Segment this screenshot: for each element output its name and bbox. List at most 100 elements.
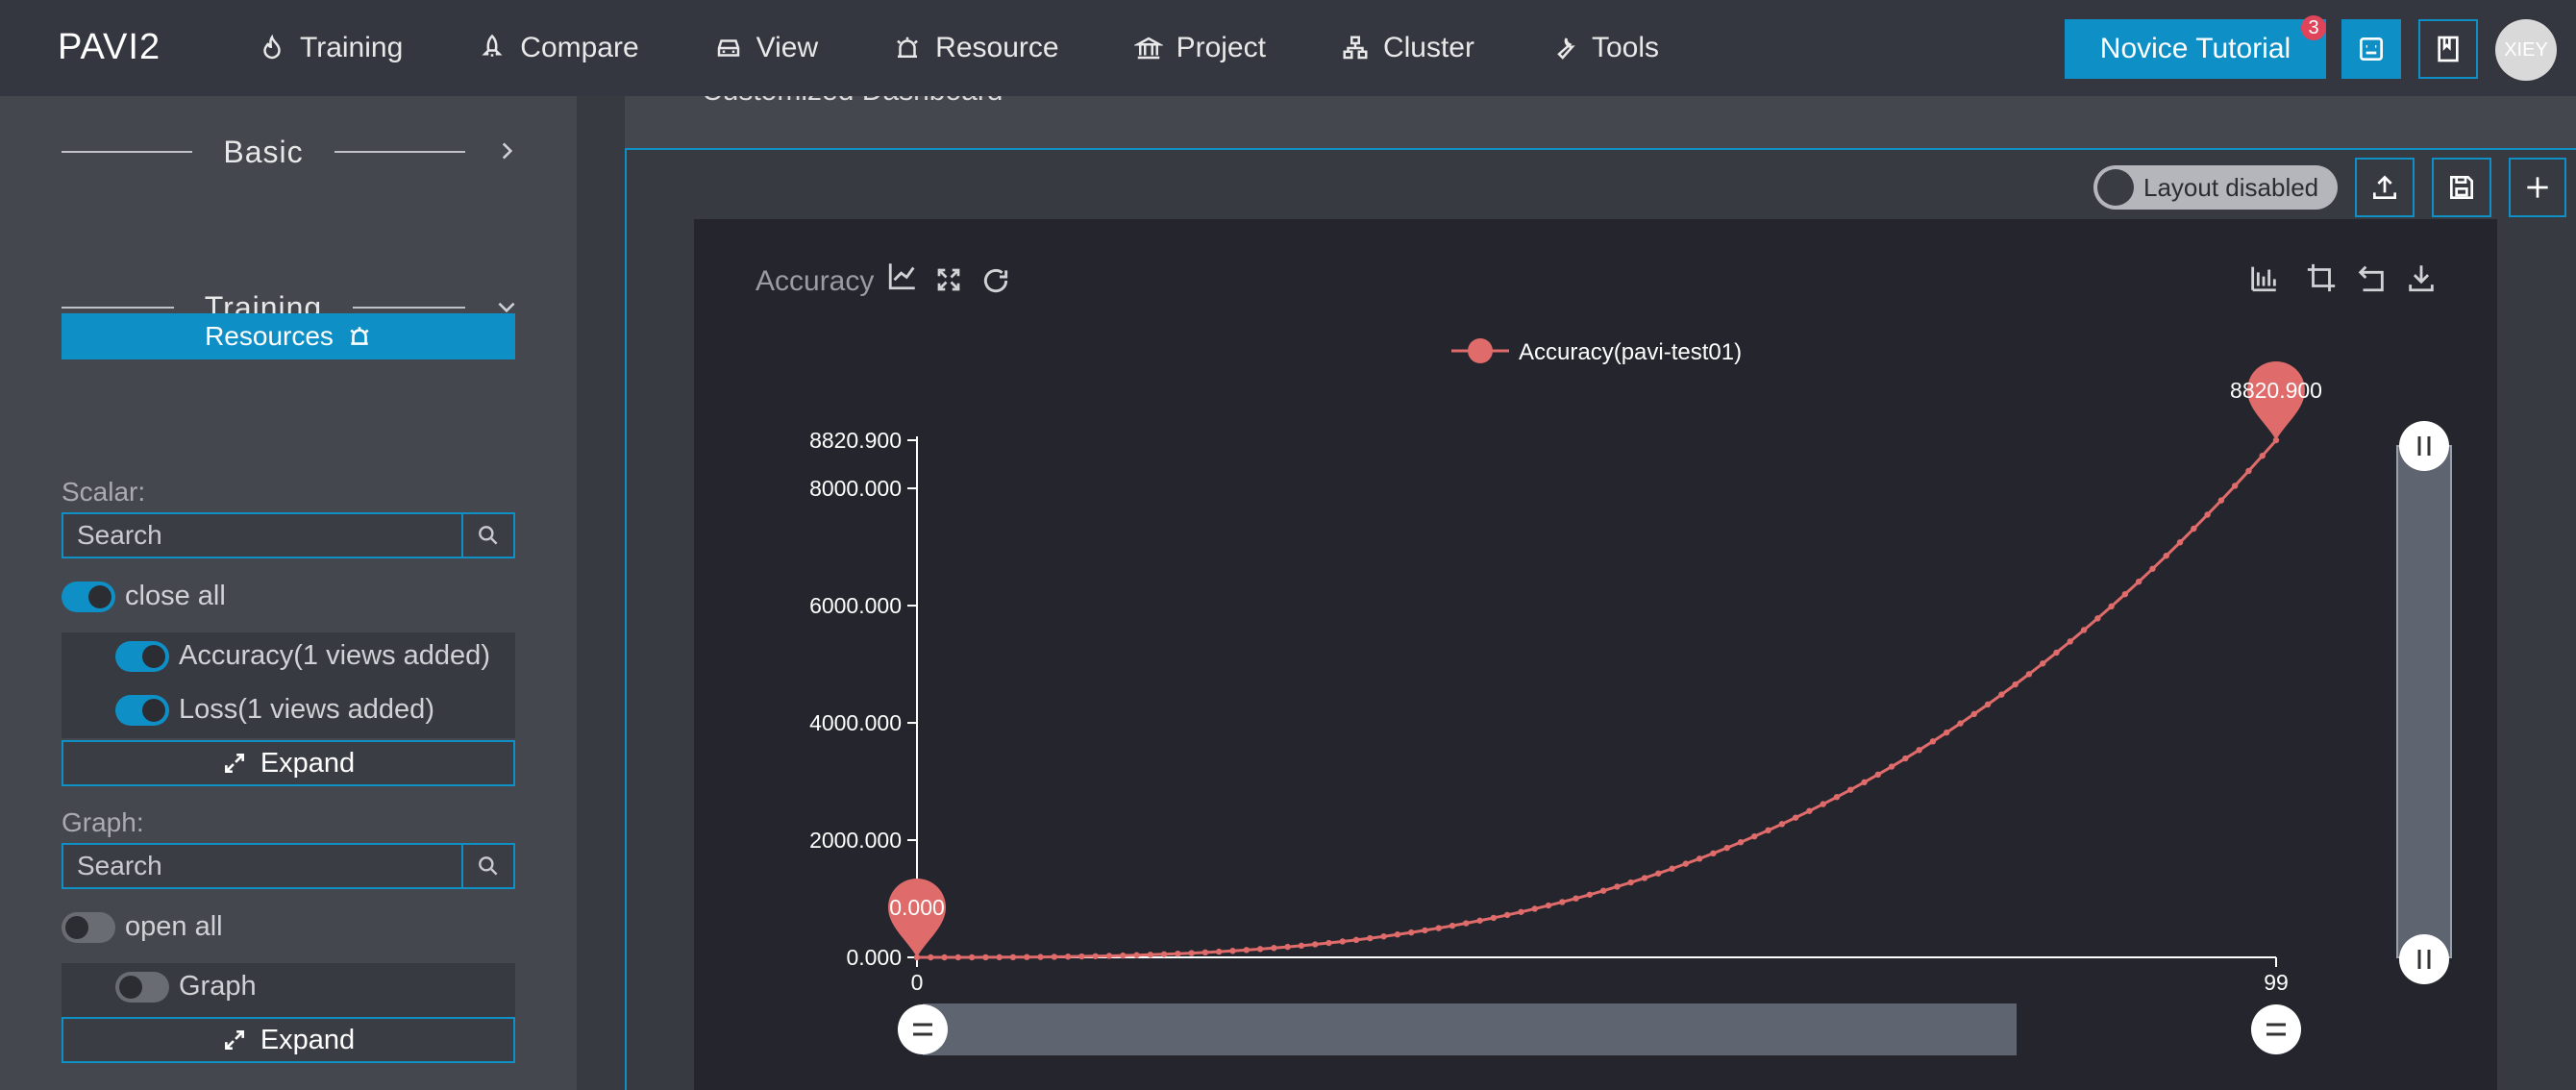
data-point — [2176, 539, 2184, 546]
data-point — [1380, 933, 1387, 940]
nav-training-label: Training — [300, 32, 404, 63]
nav-resource-label: Resource — [935, 32, 1059, 63]
toggle-knob — [2097, 169, 2134, 206]
toggle-knob — [119, 975, 142, 999]
data-point — [1682, 860, 1690, 867]
y-zoom-handle-top[interactable] — [2399, 421, 2449, 471]
data-point — [2217, 497, 2225, 504]
min-max-markers: 0.000 8820.900 — [888, 361, 2322, 957]
data-point — [1778, 821, 1786, 828]
main-nav: Training Compare View Resource Project C… — [258, 0, 1734, 96]
chevron-right-icon[interactable] — [494, 138, 519, 163]
nav-resource[interactable]: Resource — [893, 32, 1059, 64]
toggle-knob — [65, 915, 88, 939]
y-tick-label: 2000.000 — [809, 828, 902, 853]
data-point — [1120, 952, 1127, 959]
expand-label: Expand — [260, 1024, 356, 1055]
toggle-knob — [142, 698, 165, 722]
x-zoom-handle-right[interactable] — [2251, 1004, 2301, 1054]
nav-tools[interactable]: Tools — [1549, 32, 1659, 64]
data-point — [1037, 954, 1044, 960]
y-zoom-slider[interactable] — [2396, 421, 2452, 984]
data-point — [1765, 827, 1771, 834]
data-point — [1352, 936, 1360, 944]
nav-training[interactable]: Training — [258, 32, 403, 64]
data-point — [2149, 565, 2156, 572]
x-zoom-slider[interactable] — [898, 1003, 2301, 1055]
nav-cluster[interactable]: Cluster — [1341, 32, 1474, 64]
data-point — [1820, 801, 1826, 807]
data-point — [1503, 911, 1511, 919]
upload-icon — [2373, 175, 2396, 199]
data-point — [1627, 879, 1634, 886]
layout-toggle[interactable]: Layout disabled — [2093, 165, 2338, 210]
scalar-search-button[interactable] — [461, 514, 513, 557]
robot-button[interactable] — [2341, 19, 2401, 79]
search-icon — [479, 526, 498, 545]
basic-section-header[interactable]: Basic — [62, 133, 515, 171]
expand-icon — [224, 1030, 244, 1050]
data-point — [1641, 875, 1648, 881]
legend[interactable]: Accuracy(pavi-test01) — [1451, 338, 1742, 365]
data-point — [1147, 952, 1154, 958]
divider — [353, 307, 466, 309]
data-point — [1312, 941, 1319, 948]
data-point — [1737, 839, 1745, 846]
user-avatar[interactable]: XIEY — [2495, 19, 2557, 81]
rocket-icon — [482, 34, 503, 57]
nav-compare[interactable]: Compare — [478, 32, 639, 64]
data-point — [1696, 855, 1703, 862]
add-button[interactable] — [2509, 158, 2566, 217]
docs-button[interactable] — [2418, 19, 2478, 79]
nav-view[interactable]: View — [714, 32, 818, 64]
data-point — [1751, 832, 1758, 840]
y-zoom-handle-bottom[interactable] — [2399, 934, 2449, 984]
loss-toggle[interactable] — [115, 694, 169, 726]
search-icon — [479, 856, 498, 876]
alarm-icon — [897, 37, 919, 58]
scalar-close-all-row: close all — [62, 581, 226, 612]
scalar-search — [62, 512, 515, 558]
accuracy-toggle[interactable] — [115, 640, 169, 672]
y-zoom-track[interactable] — [2396, 445, 2452, 958]
scalar-item: Accuracy(1 views added) — [115, 640, 490, 672]
toggle-knob — [142, 644, 165, 668]
graph-expand-button[interactable]: Expand — [62, 1017, 515, 1063]
resources-button[interactable]: Resources — [62, 313, 515, 359]
open-all-toggle[interactable] — [62, 911, 115, 943]
data-point — [1064, 954, 1072, 960]
data-point — [1573, 895, 1579, 902]
data-point — [2039, 660, 2046, 667]
data-point — [1271, 945, 1277, 952]
data-point — [1806, 807, 1813, 814]
graph-item: Graph — [115, 971, 257, 1003]
accuracy-chart[interactable]: Accuracy(pavi-test01) 0.000 2000.000 4000.… — [694, 219, 2497, 1090]
x-zoom-track[interactable] — [923, 1003, 2017, 1055]
data-point — [928, 954, 934, 961]
graph-search-input[interactable] — [63, 845, 461, 887]
nav-project[interactable]: Project — [1133, 32, 1266, 64]
graph-open-all-row: open all — [62, 911, 223, 943]
save-button[interactable] — [2432, 158, 2491, 217]
data-point — [1531, 905, 1538, 912]
novice-tutorial-button[interactable]: Novice Tutorial — [2065, 19, 2326, 79]
data-point — [1188, 950, 1195, 956]
scalar-search-input[interactable] — [63, 514, 461, 557]
data-point — [1051, 954, 1058, 960]
upload-button[interactable] — [2355, 158, 2415, 217]
data-point — [1710, 850, 1717, 857]
graph-toggle[interactable] — [115, 971, 169, 1003]
flame-icon — [263, 34, 281, 60]
data-point — [1669, 865, 1675, 872]
scalar-expand-button[interactable]: Expand — [62, 740, 515, 786]
series-accuracy — [913, 436, 2280, 961]
scalar-item-label: Accuracy(1 views added) — [179, 640, 490, 671]
data-point — [1944, 729, 1950, 736]
graph-search-button[interactable] — [461, 845, 513, 887]
app-logo[interactable]: PAVI2 — [58, 27, 161, 68]
resources-label: Resources — [205, 321, 334, 351]
close-all-toggle[interactable] — [62, 581, 115, 612]
x-zoom-handle-left[interactable] — [898, 1004, 948, 1054]
data-point — [1847, 786, 1854, 793]
data-point — [1160, 951, 1168, 957]
